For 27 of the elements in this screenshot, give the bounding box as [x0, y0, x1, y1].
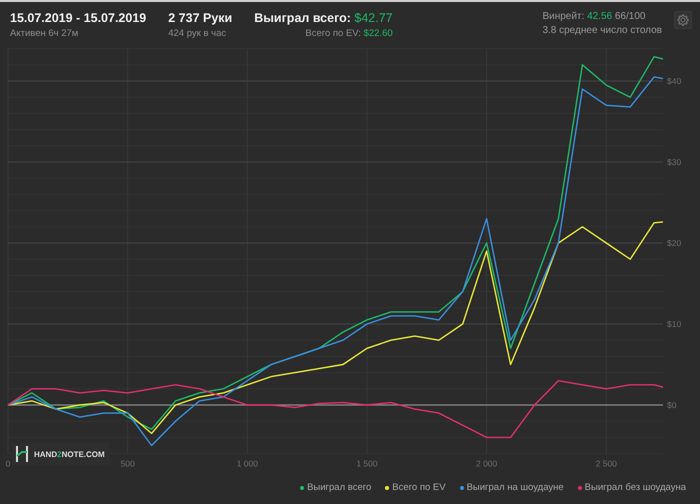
hands-rate: 424 рук в час: [168, 28, 228, 39]
logo-text: HAND2NOTE.COM: [34, 450, 105, 458]
y-axis-label: $30: [667, 157, 682, 167]
average-tables: 3.8 среднее число столов: [542, 25, 662, 36]
x-axis-label: 2 500: [596, 458, 617, 469]
x-axis-label: 1 500: [356, 458, 378, 469]
y-axis-label: $20: [667, 238, 682, 248]
winrate: Винрейт: 42.56 66/100: [542, 11, 646, 22]
x-axis-label: 500: [120, 458, 135, 469]
legend-item[interactable]: Всего по EV: [385, 482, 446, 493]
y-axis-label: $0: [667, 400, 676, 410]
settings-button[interactable]: [674, 11, 692, 29]
date-range: 15.07.2019 - 15.07.2019: [10, 11, 146, 25]
total-won: Выиграл всего: $42.77: [254, 11, 393, 25]
ev-total: Всего по EV: $22.60: [305, 28, 393, 39]
y-axis-label: $40: [667, 76, 682, 86]
x-axis-label: 0: [6, 458, 10, 469]
x-axis-label: 2 000: [476, 458, 498, 469]
hands-count: 2 737 Руки: [168, 11, 232, 25]
y-axis-label: $10: [667, 319, 682, 329]
legend-item[interactable]: Выиграл на шоудауне: [460, 482, 564, 493]
x-axis-label: 1 000: [236, 458, 258, 469]
settings-icon: [677, 14, 689, 26]
active-time: Активен 6ч 27м: [10, 28, 80, 39]
legend-item[interactable]: Выиграл всего: [300, 482, 372, 493]
logo-icon: [16, 446, 28, 462]
legend-item[interactable]: Выиграл без шоудауна: [578, 482, 686, 493]
